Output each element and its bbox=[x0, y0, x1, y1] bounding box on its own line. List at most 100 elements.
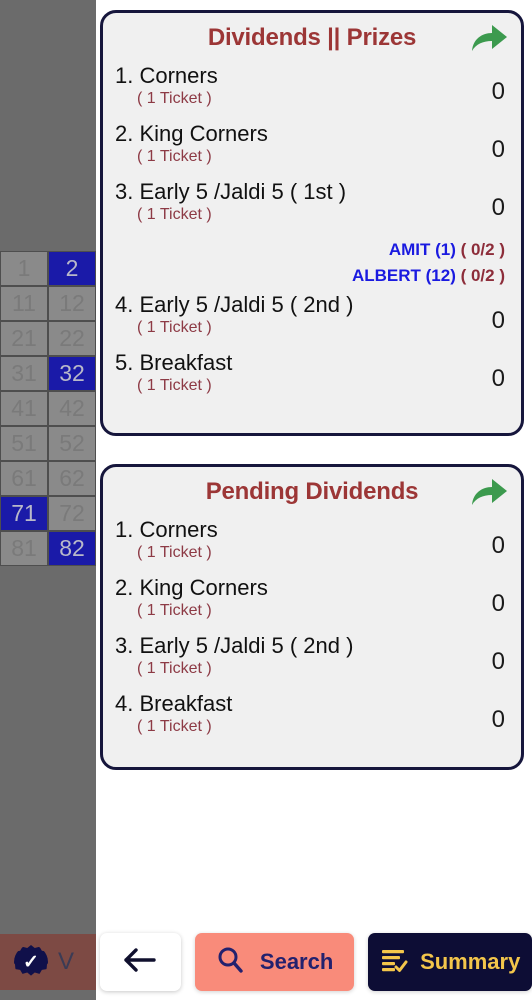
dividend-row-value: 0 bbox=[491, 706, 505, 733]
winner-entry: ALBERT (12) ( 0/2 ) bbox=[115, 263, 505, 289]
background-bottom-button: ✓ V bbox=[0, 934, 96, 990]
number-grid-row: 51 52 bbox=[0, 426, 96, 461]
dividend-row[interactable]: 2. King Corners( 1 Ticket ) 0 bbox=[115, 121, 507, 179]
dividend-row-ticket-count: ( 1 Ticket ) bbox=[137, 601, 212, 619]
dimmed-background-overlay: 1 2 11 12 21 22 31 32 41 42 51 52 61 62 71 72 81 82 ✓ V bbox=[0, 0, 96, 1000]
dividend-row-text: 5. Breakfast( 1 Ticket ) bbox=[115, 350, 232, 395]
verified-check-icon: ✓ bbox=[14, 945, 48, 976]
dividend-row[interactable]: 1. Corners( 1 Ticket ) 0 bbox=[115, 63, 507, 121]
dividend-row[interactable]: 4. Early 5 /Jaldi 5 ( 2nd )( 1 Ticket ) 0 bbox=[115, 292, 507, 350]
winner-name: AMIT (1) bbox=[388, 240, 456, 259]
dividend-row-value: 0 bbox=[491, 194, 505, 221]
dividend-row-ticket-count: ( 1 Ticket ) bbox=[137, 318, 212, 336]
number-grid-row: 41 42 bbox=[0, 391, 96, 426]
number-grid-row: 81 82 bbox=[0, 531, 96, 566]
dividend-row-text: 4. Breakfast( 1 Ticket ) bbox=[115, 691, 232, 736]
number-grid-row: 12 bbox=[0, 251, 96, 286]
dividend-row-text: 3. Early 5 /Jaldi 5 ( 1st )( 1 Ticket ) bbox=[115, 179, 346, 224]
dividend-row-name: 1. Corners bbox=[115, 517, 218, 542]
number-cell: 71 bbox=[0, 496, 48, 531]
number-cell: 62 bbox=[48, 461, 96, 496]
dividend-row-ticket-count: ( 1 Ticket ) bbox=[137, 376, 212, 394]
checklist-icon bbox=[380, 946, 408, 979]
number-cell: 32 bbox=[48, 356, 96, 391]
dividend-row-name: 4. Breakfast bbox=[115, 691, 233, 716]
dividend-row-name: 1. Corners bbox=[115, 63, 218, 88]
dividend-row-value: 0 bbox=[491, 590, 505, 617]
number-grid-row: 21 22 bbox=[0, 321, 96, 356]
dividend-row-ticket-count: ( 1 Ticket ) bbox=[137, 147, 212, 165]
number-cell: 12 bbox=[48, 286, 96, 321]
number-cell: 52 bbox=[48, 426, 96, 461]
number-cell: 21 bbox=[0, 321, 48, 356]
number-cell: 61 bbox=[0, 461, 48, 496]
dividends-winner-list: AMIT (1) ( 0/2 ) ALBERT (12) ( 0/2 ) bbox=[103, 237, 521, 292]
dividend-row-value: 0 bbox=[491, 364, 505, 392]
winner-score: ( 0/2 ) bbox=[455, 240, 505, 259]
winner-entry: AMIT (1) ( 0/2 ) bbox=[115, 237, 505, 263]
dividend-row-value: 0 bbox=[491, 78, 505, 105]
summary-button[interactable]: Summary bbox=[368, 933, 532, 991]
dividend-row-text: 1. Corners( 1 Ticket ) bbox=[115, 517, 218, 562]
dividend-row-ticket-count: ( 1 Ticket ) bbox=[137, 717, 212, 735]
dividend-row-name: 3. Early 5 /Jaldi 5 ( 1st ) bbox=[115, 179, 347, 204]
pending-dividends-card: Pending Dividends 1. Corners( 1 Ticket )… bbox=[100, 464, 524, 770]
number-cell: 41 bbox=[0, 391, 48, 426]
dividends-prizes-card: Dividends || Prizes 1. Corners( 1 Ticket… bbox=[100, 10, 524, 436]
dividend-row-ticket-count: ( 1 Ticket ) bbox=[137, 205, 212, 223]
dividend-row-ticket-count: ( 1 Ticket ) bbox=[137, 659, 212, 677]
dividend-row-name: 4. Early 5 /Jaldi 5 ( 2nd ) bbox=[115, 291, 354, 317]
search-button-label: Search bbox=[259, 949, 334, 974]
share-arrow-icon[interactable] bbox=[469, 21, 509, 55]
share-arrow-icon[interactable] bbox=[469, 475, 509, 509]
dividend-row-value: 0 bbox=[491, 648, 505, 675]
dividends-row-list-bottom: 4. Early 5 /Jaldi 5 ( 2nd )( 1 Ticket ) 0… bbox=[103, 292, 521, 408]
number-cell: 51 bbox=[0, 426, 48, 461]
dividend-row[interactable]: 5. Breakfast( 1 Ticket ) 0 bbox=[115, 350, 507, 408]
dividend-row-value: 0 bbox=[491, 306, 505, 334]
dividend-row-text: 2. King Corners( 1 Ticket ) bbox=[115, 121, 268, 166]
number-grid-row: 61 62 bbox=[0, 461, 96, 496]
dividend-row-name: 2. King Corners bbox=[115, 575, 268, 600]
winner-name: ALBERT (12) bbox=[351, 266, 456, 286]
background-bottom-button-label: V bbox=[58, 948, 75, 975]
winner-score: ( 0/2 ) bbox=[455, 266, 505, 286]
arrow-left-icon bbox=[123, 947, 157, 978]
dividend-row-name: 2. King Corners bbox=[115, 121, 268, 146]
dividends-card-header: Dividends || Prizes bbox=[103, 13, 521, 63]
dividends-panel: Dividends || Prizes 1. Corners( 1 Ticket… bbox=[96, 0, 532, 1000]
dividend-row-ticket-count: ( 1 Ticket ) bbox=[137, 543, 212, 561]
number-cell: 2 bbox=[48, 251, 96, 286]
number-cell: 31 bbox=[0, 356, 48, 391]
number-grid-row: 11 12 bbox=[0, 286, 96, 321]
search-button[interactable]: Search bbox=[194, 933, 355, 991]
dividends-card-title: Dividends || Prizes bbox=[207, 24, 417, 51]
number-grid: 1 2 11 12 21 22 31 32 41 42 51 52 61 62 71 72 81 82 bbox=[0, 251, 96, 566]
dividend-row-value: 0 bbox=[491, 136, 505, 163]
pending-row-list: 1. Corners( 1 Ticket ) 0 2. King Corners( … bbox=[103, 517, 521, 749]
number-cell: 11 bbox=[0, 286, 48, 321]
dividend-row-ticket-count: ( 1 Ticket ) bbox=[137, 89, 212, 107]
number-cell: 1 bbox=[0, 251, 48, 286]
dividend-row-text: 2. King Corners( 1 Ticket ) bbox=[115, 575, 268, 620]
dividend-row[interactable]: 3. Early 5 /Jaldi 5 ( 1st )( 1 Ticket ) 0 bbox=[115, 179, 507, 237]
dividends-row-list-top: 1. Corners( 1 Ticket ) 0 2. King Corners( … bbox=[103, 63, 521, 237]
number-cell: 72 bbox=[48, 496, 96, 531]
bottom-action-bar: Search Summary bbox=[96, 932, 532, 992]
pending-card-title: Pending Dividends bbox=[205, 478, 419, 505]
dividend-row[interactable]: 1. Corners( 1 Ticket ) 0 bbox=[115, 517, 507, 575]
dividend-row-value: 0 bbox=[491, 532, 505, 559]
number-cell: 82 bbox=[48, 531, 96, 566]
number-grid-row: 31 32 bbox=[0, 356, 96, 391]
dividend-row[interactable]: 3. Early 5 /Jaldi 5 ( 2nd )( 1 Ticket ) 0 bbox=[115, 633, 507, 691]
dividend-row-name: 3. Early 5 /Jaldi 5 ( 2nd ) bbox=[115, 633, 354, 658]
magnifier-icon bbox=[216, 946, 244, 979]
dividend-row-text: 3. Early 5 /Jaldi 5 ( 2nd )( 1 Ticket ) bbox=[115, 633, 353, 678]
back-button[interactable] bbox=[100, 933, 181, 991]
pending-card-header: Pending Dividends bbox=[103, 467, 521, 517]
number-cell: 42 bbox=[48, 391, 96, 426]
dividend-row[interactable]: 2. King Corners( 1 Ticket ) 0 bbox=[115, 575, 507, 633]
dividend-row-text: 1. Corners( 1 Ticket ) bbox=[115, 63, 218, 108]
number-cell: 22 bbox=[48, 321, 96, 356]
dividend-row[interactable]: 4. Breakfast( 1 Ticket ) 0 bbox=[115, 691, 507, 749]
